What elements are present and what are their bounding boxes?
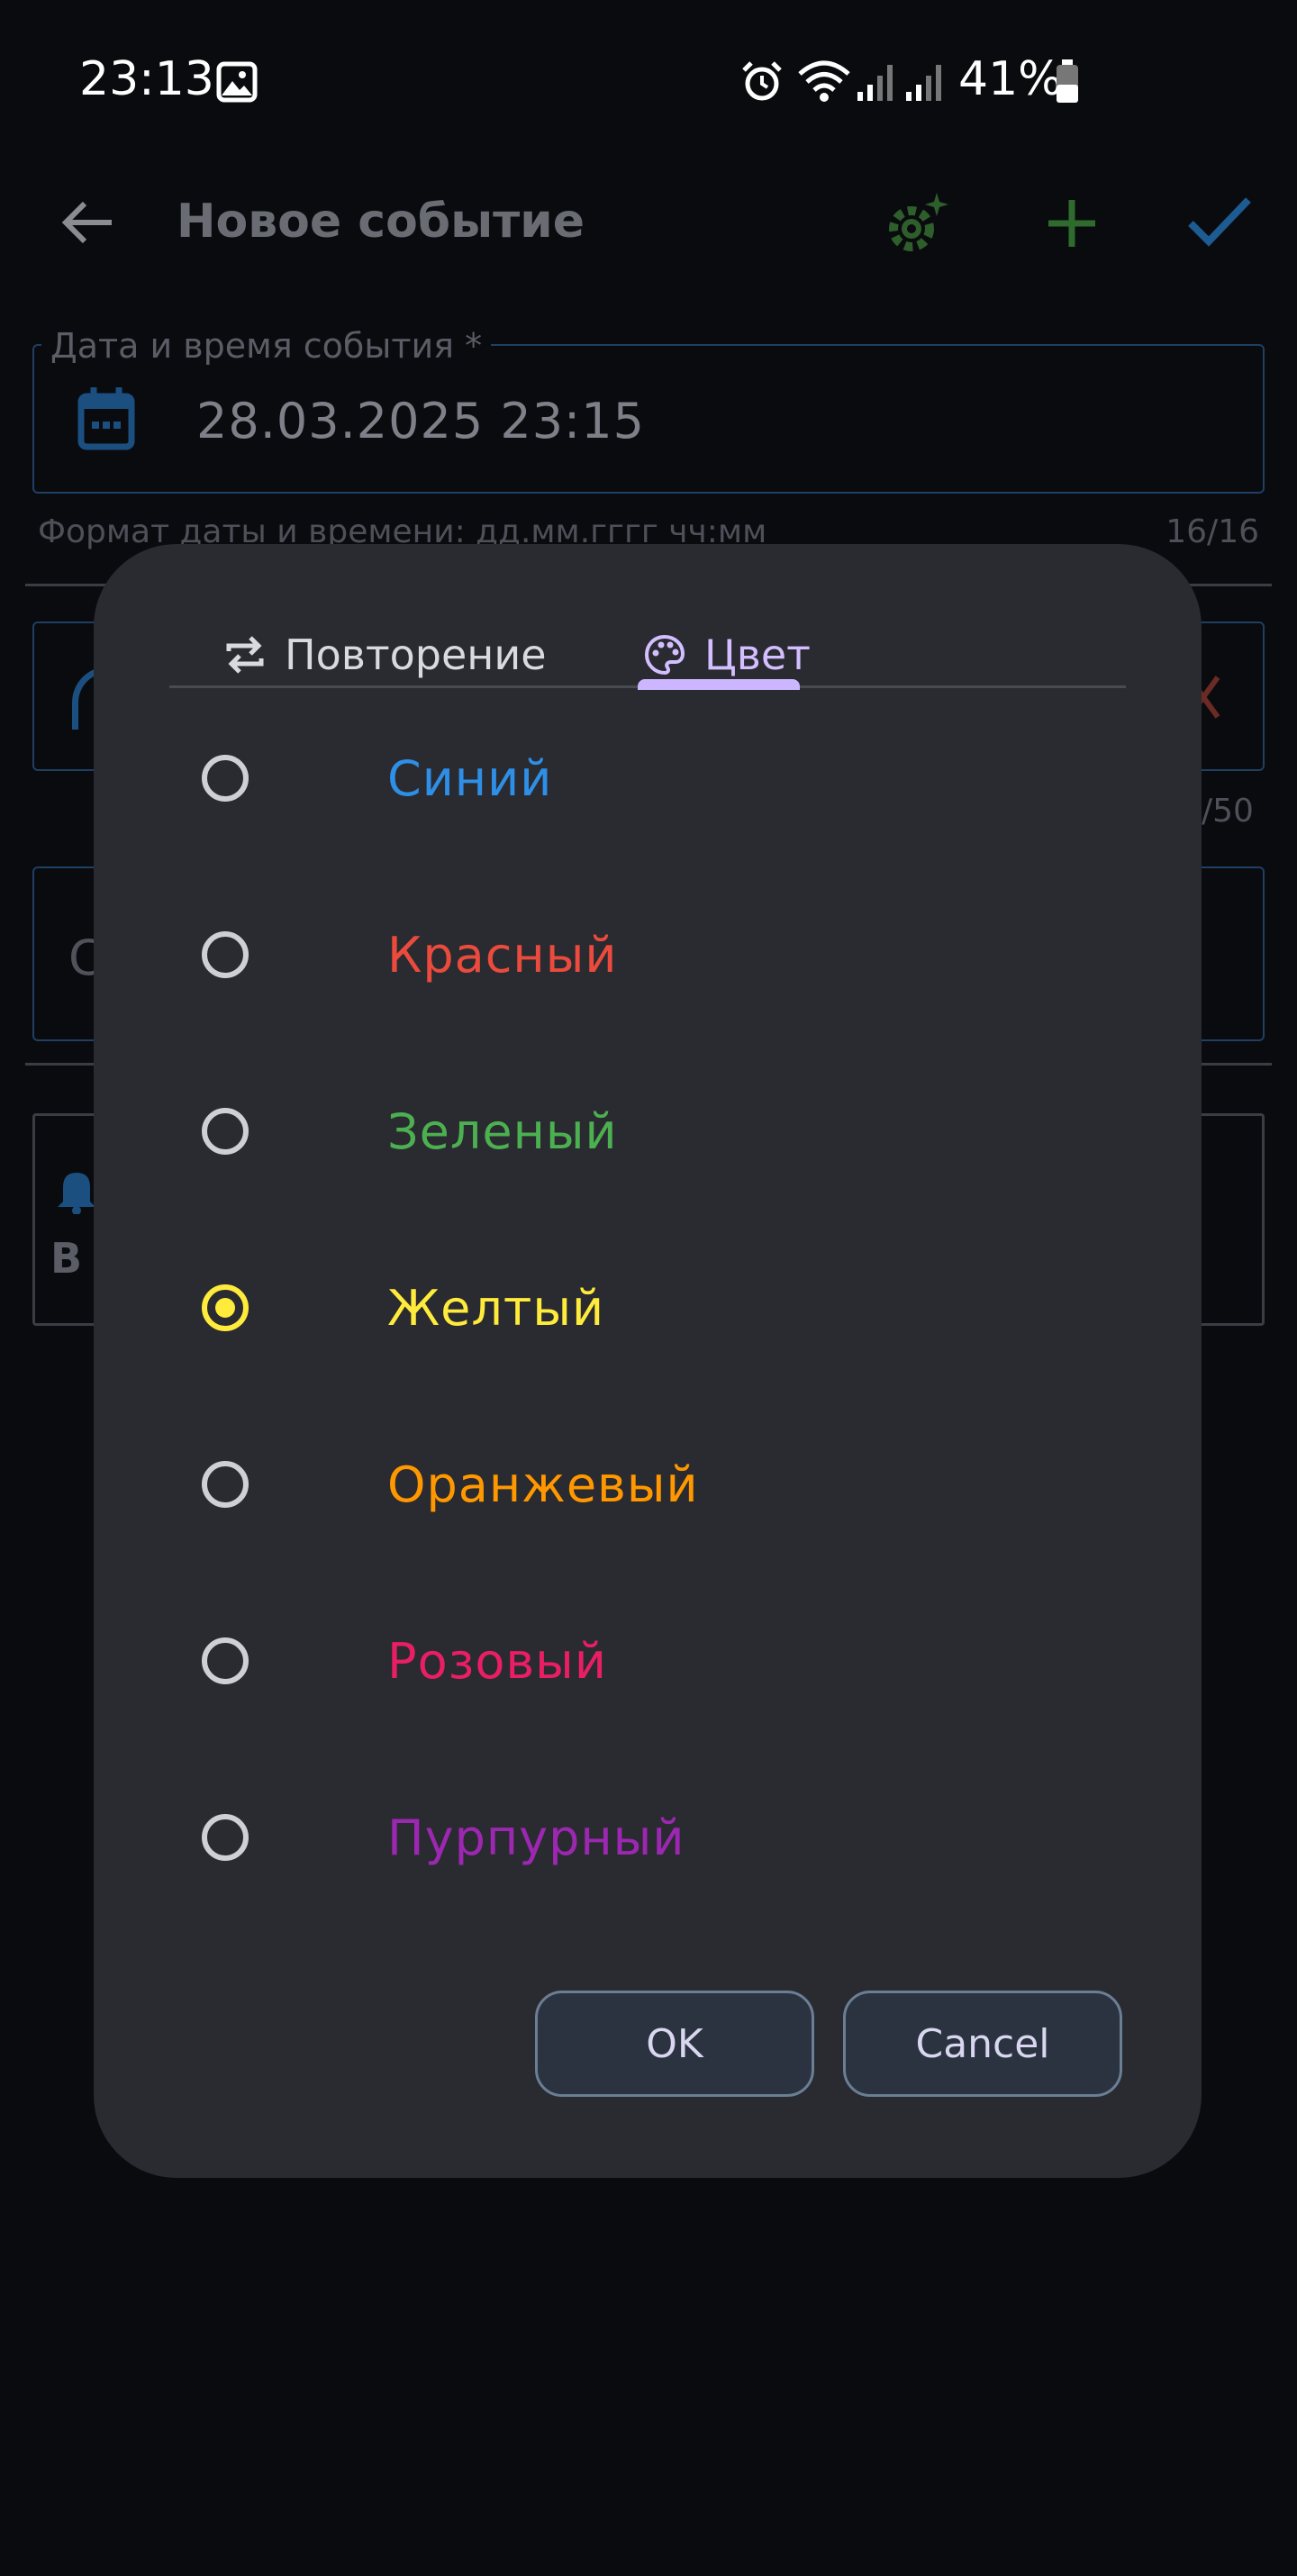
page-title: Новое событие	[177, 195, 585, 249]
bell-icon	[58, 1173, 95, 1214]
reminder-fragment: В	[50, 1234, 83, 1283]
color-option-label: Синий	[387, 749, 553, 807]
calendar-icon[interactable]	[77, 385, 135, 450]
add-icon[interactable]	[1045, 196, 1099, 250]
datetime-label: Дата и время события *	[41, 326, 492, 366]
tab-color-label: Цвет	[704, 630, 811, 679]
confirm-check-icon[interactable]	[1187, 195, 1252, 249]
radio-unselected[interactable]	[202, 1814, 249, 1861]
radio-unselected[interactable]	[202, 755, 249, 802]
color-option-label: Розовый	[387, 1632, 607, 1690]
datetime-value: 28.03.2025 23:15	[196, 393, 645, 449]
datetime-counter: 16/16	[1165, 513, 1259, 550]
status-time: 23:13	[79, 52, 214, 106]
radio-unselected[interactable]	[202, 931, 249, 978]
color-option[interactable]: Красный	[202, 901, 1111, 1009]
tab-repeat-label: Повторение	[285, 630, 547, 679]
palette-icon	[644, 634, 685, 676]
repeat-icon	[226, 636, 264, 674]
radio-unselected[interactable]	[202, 1108, 249, 1155]
color-picker-dialog: Повторение Цвет Синий Красный Зеленый Желты…	[94, 544, 1202, 2178]
color-option[interactable]: Желтый	[202, 1254, 1111, 1362]
signal-2-icon	[906, 65, 941, 101]
color-option-label: Пурпурный	[387, 1809, 685, 1866]
gallery-notification-icon	[216, 61, 258, 103]
alarm-icon	[742, 61, 782, 101]
battery-percent: 41%	[958, 52, 1063, 106]
radio-selected[interactable]	[202, 1284, 249, 1331]
color-option[interactable]: Оранжевый	[202, 1430, 1111, 1538]
wifi-icon	[798, 60, 850, 102]
color-option[interactable]: Зеленый	[202, 1077, 1111, 1185]
color-option-label: Оранжевый	[387, 1456, 699, 1513]
color-option[interactable]: Пурпурный	[202, 1783, 1111, 1891]
settings-sparkle-icon[interactable]	[881, 189, 953, 259]
signal-1-icon	[857, 65, 893, 101]
back-arrow-icon[interactable]	[58, 193, 117, 252]
tab-repeat[interactable]: Повторение	[223, 616, 547, 694]
color-option[interactable]: Синий	[202, 724, 1111, 832]
color-option-label: Желтый	[387, 1279, 605, 1337]
active-tab-indicator	[638, 679, 800, 690]
color-option-label: Красный	[387, 926, 618, 984]
ok-button[interactable]: OK	[535, 1991, 814, 2097]
color-option[interactable]: Розовый	[202, 1607, 1111, 1715]
cancel-button[interactable]: Cancel	[843, 1991, 1122, 2097]
repeat-counter: /50	[1202, 793, 1254, 830]
color-option-label: Зеленый	[387, 1102, 618, 1160]
radio-unselected[interactable]	[202, 1461, 249, 1508]
battery-icon	[1057, 59, 1078, 103]
radio-unselected[interactable]	[202, 1637, 249, 1684]
